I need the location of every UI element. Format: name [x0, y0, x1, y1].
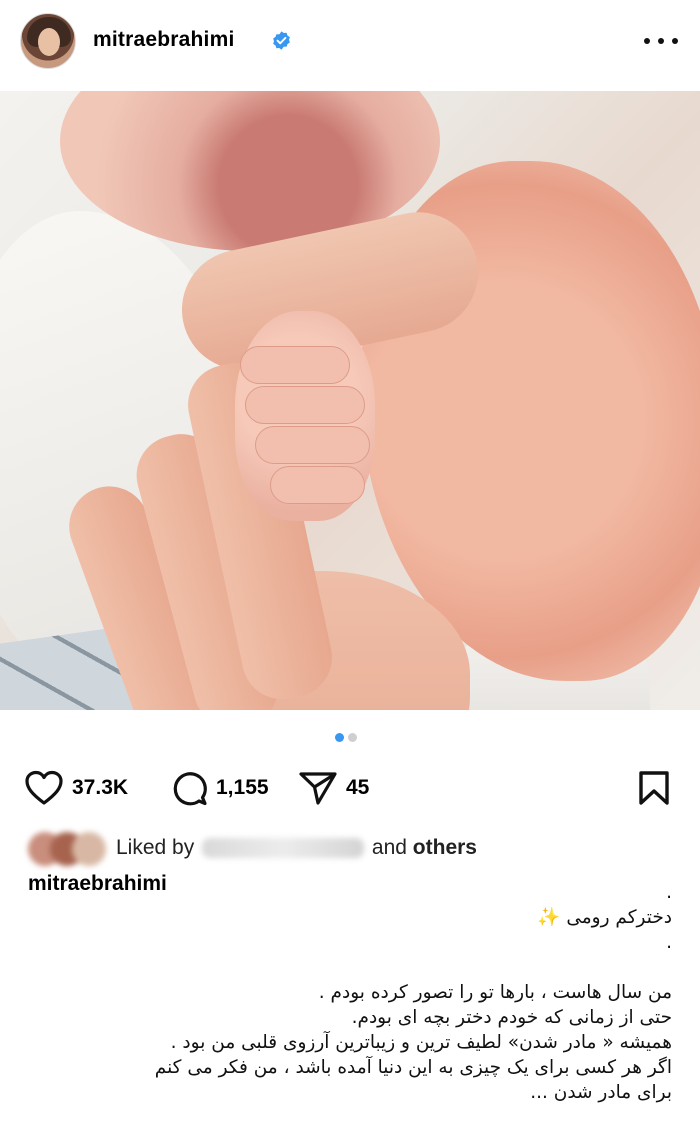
caption-line: اگر هر کسی برای یک چیزی به این دنیا آمده… [154, 1057, 672, 1078]
post-header: mitraebrahimi [0, 0, 700, 86]
comment-button[interactable]: 1,155 [172, 770, 269, 806]
liked-by-text[interactable]: Liked by and others [116, 836, 477, 860]
share-button[interactable]: 45 [298, 770, 369, 806]
caption-line: من سال هاست ، بارها تو را تصور کرده بودم… [318, 982, 672, 1003]
share-count[interactable]: 45 [346, 776, 369, 800]
heart-icon [25, 770, 63, 805]
post-caption: . دخترکم رومی ✨ . من سال هاست ، بارها تو… [32, 880, 672, 1105]
send-icon [299, 772, 337, 805]
carousel-dot-active [335, 733, 344, 742]
bookmark-icon [639, 771, 669, 805]
blurred-liker-name[interactable] [202, 838, 365, 859]
comment-icon [173, 772, 207, 806]
caption-line: حتی از زمانی که خودم دختر بچه ای بودم. [351, 1007, 672, 1028]
liked-by-others[interactable]: others [413, 836, 477, 859]
caption-line: دخترکم رومی ✨ [32, 905, 672, 930]
caption-line: برای مادر شدن ... [530, 1082, 672, 1103]
liker-avatars[interactable] [28, 832, 108, 866]
sparkles-icon: ✨ [537, 907, 561, 928]
liked-by-prefix: Liked by [116, 836, 195, 859]
caption-line: . [666, 932, 672, 953]
carousel-indicator [335, 733, 357, 742]
carousel-dot [348, 733, 357, 742]
more-options-icon[interactable] [644, 26, 678, 56]
liked-by-row[interactable]: Liked by and others [0, 826, 700, 870]
like-count[interactable]: 37.3K [72, 776, 128, 800]
caption-line: همیشه « مادر شدن» لطیف ترین و زیباترین آ… [170, 1032, 672, 1053]
caption-line: . [666, 882, 672, 903]
caption-title: دخترکم رومی [566, 907, 672, 928]
action-bar: 37.3K 1,155 45 [0, 760, 700, 816]
profile-avatar[interactable] [20, 13, 76, 69]
liked-by-and: and [371, 836, 407, 859]
comment-count[interactable]: 1,155 [216, 776, 269, 800]
post-photo[interactable] [0, 91, 700, 710]
post-username[interactable]: mitraebrahimi [93, 28, 234, 52]
like-button[interactable]: 37.3K [24, 770, 128, 806]
save-button[interactable] [636, 770, 672, 806]
caption-line [32, 955, 672, 980]
verified-badge-icon [273, 31, 290, 50]
